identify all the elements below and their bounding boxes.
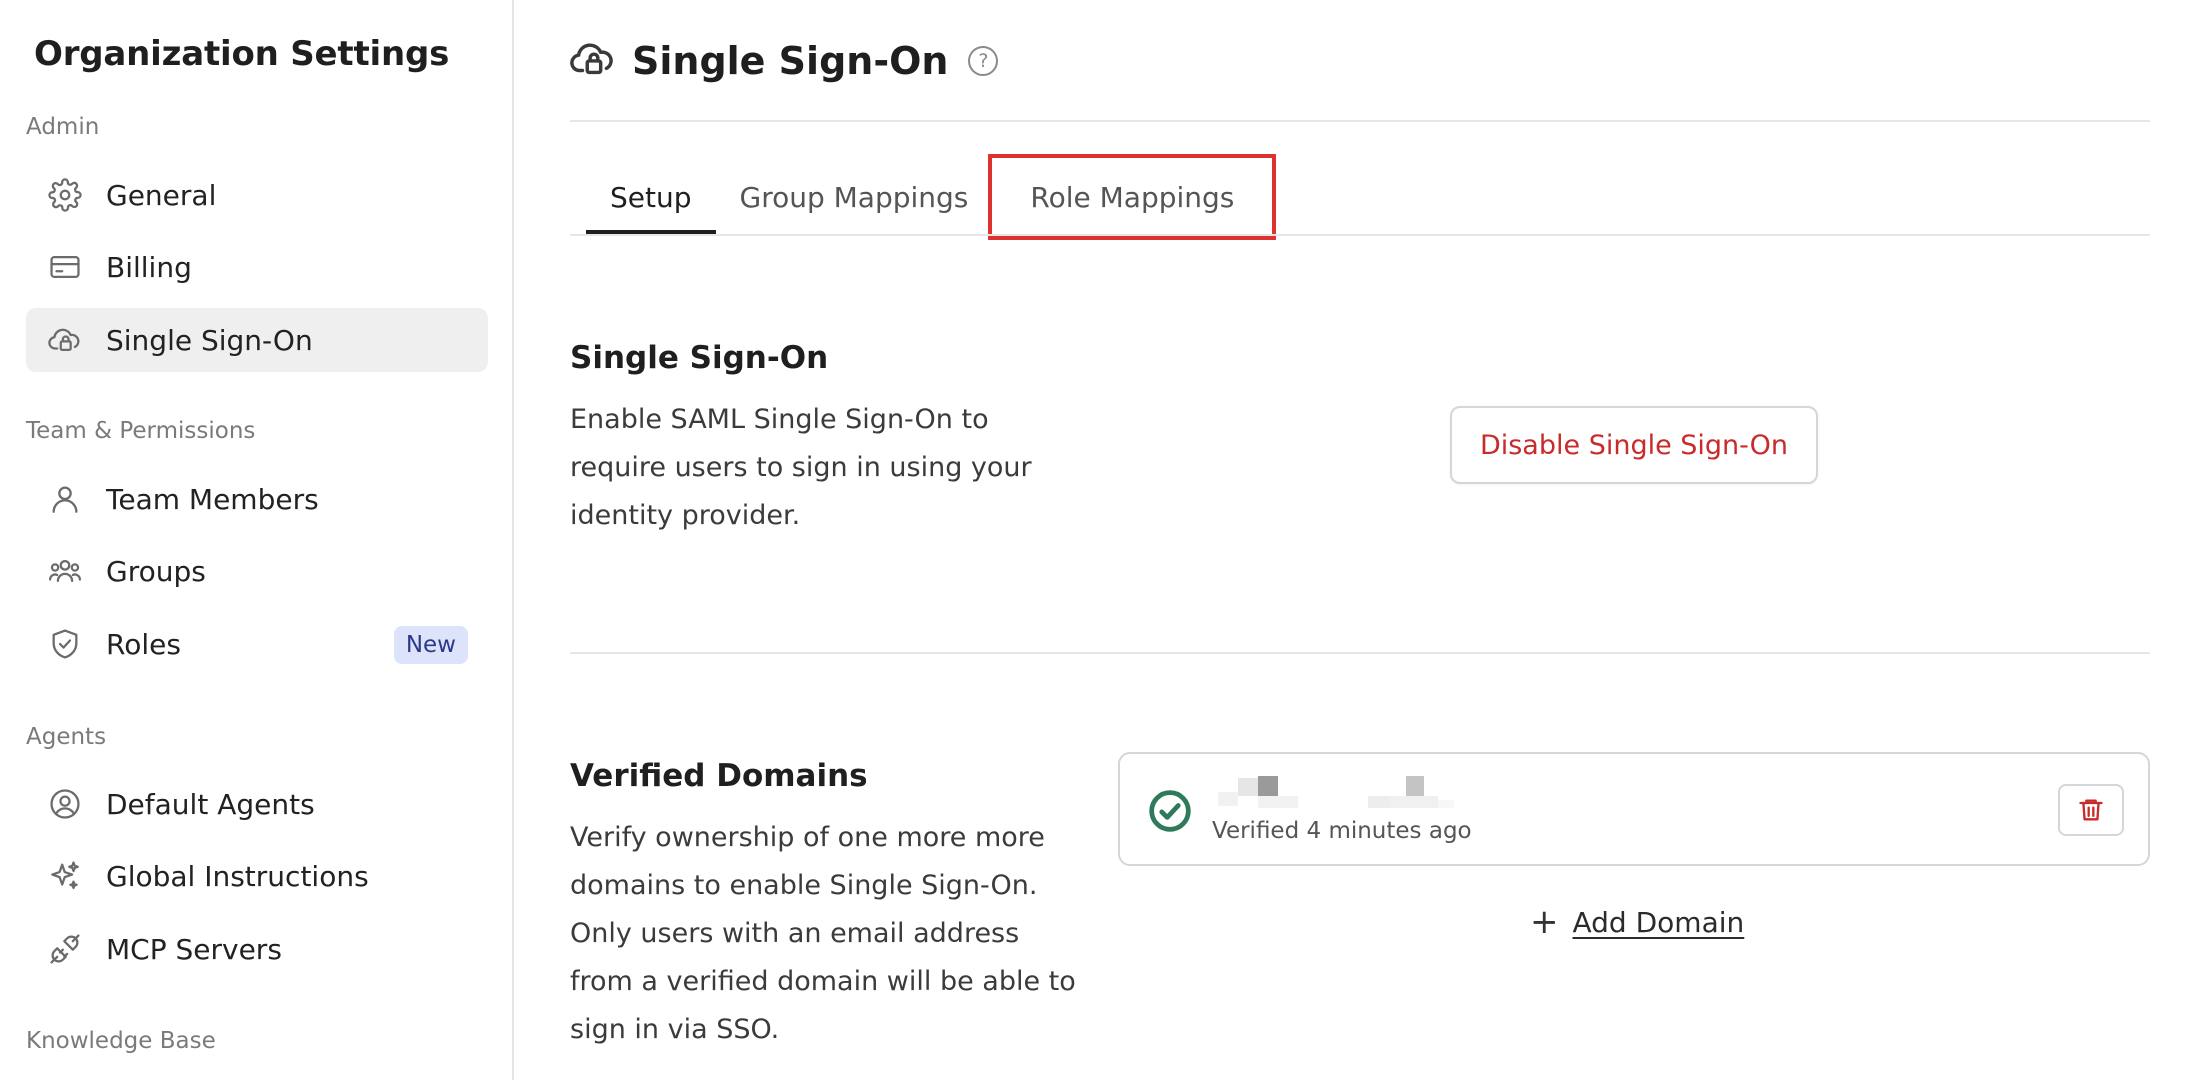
main-content: Single Sign-On ? Setup Group Mappings Ro…: [570, 0, 2150, 1080]
sparkles-icon: [46, 857, 84, 895]
help-icon[interactable]: ?: [968, 46, 999, 76]
sidebar-item-global-instructions[interactable]: Global Instructions: [26, 844, 488, 908]
desc-line: identity provider.: [570, 500, 801, 531]
cloud-lock-icon: [46, 321, 84, 359]
sidebar-item-general[interactable]: General: [26, 163, 488, 227]
desc-line: Verify ownership of one more more: [570, 822, 1045, 853]
desc-line: Only users with an email address: [570, 918, 1020, 949]
shield-check-icon: [46, 625, 84, 663]
sidebar-item-single-sign-on[interactable]: Single Sign-On: [26, 308, 488, 372]
page-header: Single Sign-On ?: [570, 36, 999, 86]
sidebar-item-label: Default Agents: [106, 787, 315, 821]
desc-line: from a verified domain will be able to: [570, 966, 1076, 997]
sso-section-title: Single Sign-On: [570, 340, 829, 376]
sidebar-item-label: Roles: [106, 627, 181, 661]
sidebar-item-mcp-servers[interactable]: MCP Servers: [26, 917, 488, 981]
sidebar: Organization Settings Admin General Bill…: [0, 0, 514, 1080]
header-divider: [570, 120, 2150, 122]
sidebar-item-default-agents[interactable]: Default Agents: [26, 772, 488, 836]
cloud-lock-icon: [570, 36, 616, 86]
section-label-team-permissions: Team & Permissions: [26, 418, 256, 444]
gear-icon: [46, 176, 84, 214]
section-label-admin: Admin: [26, 114, 100, 140]
tab-setup[interactable]: Setup: [586, 160, 716, 234]
sidebar-item-billing[interactable]: Billing: [26, 235, 488, 299]
domains-section-title: Verified Domains: [570, 758, 868, 794]
sidebar-item-label: Billing: [106, 250, 192, 284]
users-icon: [46, 552, 84, 590]
sidebar-item-label: Groups: [106, 554, 206, 588]
sidebar-item-label: MCP Servers: [106, 932, 282, 966]
add-domain-label: Add Domain: [1572, 905, 1745, 939]
trash-icon: [2079, 799, 2103, 821]
disable-sso-button[interactable]: Disable Single Sign-On: [1450, 406, 1818, 484]
delete-domain-button[interactable]: [2058, 784, 2124, 836]
sidebar-item-groups[interactable]: Groups: [26, 539, 488, 603]
desc-line: domains to enable Single Sign-On.: [570, 870, 1038, 901]
tabs-divider: [570, 234, 2150, 236]
desc-line: require users to sign in using your: [570, 452, 1032, 483]
plus-icon: +: [1530, 902, 1559, 942]
sidebar-item-team-members[interactable]: Team Members: [26, 467, 488, 531]
section-divider: [570, 652, 2150, 654]
sidebar-item-label: Global Instructions: [106, 859, 369, 893]
desc-line: Enable SAML Single Sign-On to: [570, 404, 989, 435]
sso-section-description: Enable SAML Single Sign-On to require us…: [570, 396, 1070, 540]
sidebar-item-label: Team Members: [106, 482, 319, 516]
sidebar-title: Organization Settings: [34, 34, 450, 74]
new-badge: New: [393, 626, 468, 664]
tab-bar: Setup Group Mappings Role Mappings: [586, 154, 1277, 240]
user-icon: [46, 480, 84, 518]
tab-group-mappings[interactable]: Group Mappings: [716, 160, 993, 234]
sidebar-item-label: General: [106, 178, 217, 212]
sidebar-item-label: Single Sign-On: [106, 323, 313, 357]
credit-card-icon: [46, 248, 84, 286]
user-circle-icon: [46, 785, 84, 823]
domain-status: Verified 4 minutes ago: [1212, 818, 1472, 844]
desc-line: sign in via SSO.: [570, 1014, 780, 1045]
sidebar-item-roles[interactable]: Roles New: [26, 612, 488, 676]
add-domain-button[interactable]: + Add Domain: [1530, 902, 1744, 942]
check-circle-icon: [1148, 789, 1192, 833]
tab-role-mappings[interactable]: Role Mappings: [988, 154, 1277, 240]
domains-section-description: Verify ownership of one more more domain…: [570, 814, 1090, 1054]
domain-card: Verified 4 minutes ago: [1118, 752, 2150, 866]
section-label-agents: Agents: [26, 724, 107, 750]
section-label-knowledge-base: Knowledge Base: [26, 1028, 216, 1054]
page-title: Single Sign-On: [632, 39, 949, 83]
plug-icon: [46, 930, 84, 968]
